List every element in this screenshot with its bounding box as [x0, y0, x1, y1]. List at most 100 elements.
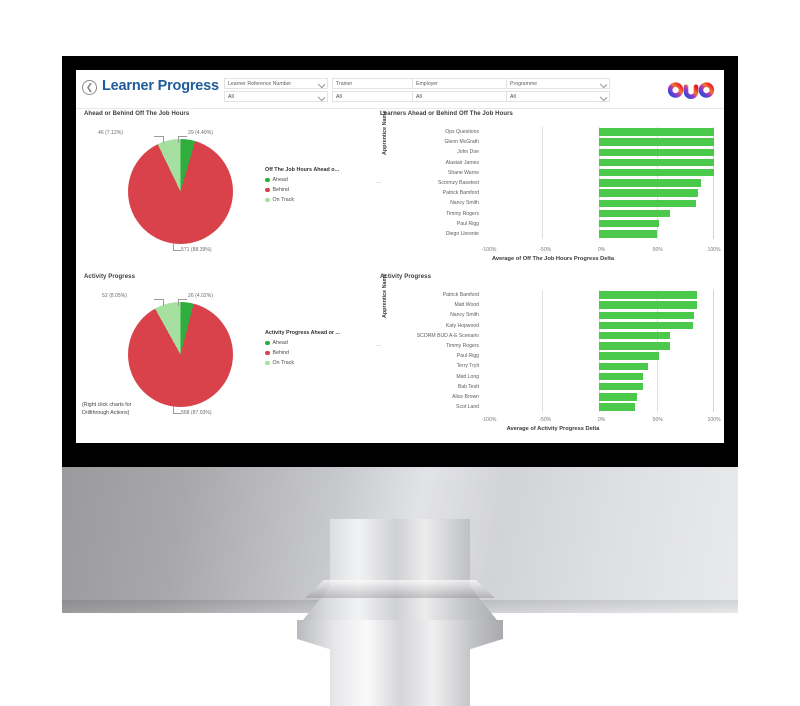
pie-leader-line	[178, 136, 187, 143]
bar[interactable]	[599, 158, 714, 167]
legend-label: Ahead	[272, 340, 288, 346]
bar[interactable]	[599, 219, 659, 228]
bar[interactable]	[599, 311, 695, 320]
bar-row[interactable]: Ops Questions	[392, 127, 714, 138]
bar[interactable]	[599, 209, 671, 218]
pie-label-on-track: 52 (8.05%)	[102, 293, 127, 299]
bar-row[interactable]: Diego Llorente	[392, 228, 714, 240]
bar[interactable]	[599, 138, 714, 146]
visual-learners-ahead-behind-bar[interactable]: Learners Ahead or Behind Off The Job Hou…	[376, 111, 721, 271]
bar-track	[484, 361, 714, 372]
filter-value[interactable]: All	[412, 91, 516, 102]
bar-category-label: Timmy Rogers	[446, 210, 479, 217]
bar-row[interactable]: Timmy Rogers	[392, 340, 714, 352]
bar[interactable]	[599, 321, 694, 330]
bar-row[interactable]: Shane Warne	[392, 167, 714, 178]
visual-off-the-job-hours-pie[interactable]: Ahead or Behind Off The Job Hours 46 (7.…	[80, 111, 374, 271]
bar[interactable]	[599, 169, 714, 177]
bar-row[interactable]: Scormzy Basetest	[392, 177, 714, 189]
bar-category-label: Patrick Bamford	[442, 292, 479, 299]
bar-category-label: Ops Questions	[445, 129, 479, 136]
plot-right-border	[713, 340, 714, 352]
plot-right-border	[713, 361, 714, 372]
bar-row[interactable]: SCORM BUD A-E Scenario	[392, 330, 714, 341]
bar-category-label: Diego Llorente	[445, 230, 479, 237]
filter-value[interactable]: All	[506, 91, 610, 102]
bar-row[interactable]: Terry Tryit	[392, 361, 714, 372]
visual-activity-progress-pie[interactable]: Activity Progress 52 (8.05%) 26 (4.02%) …	[80, 274, 374, 441]
pie-label-ahead: 26 (4.02%)	[188, 293, 213, 299]
bar[interactable]	[599, 352, 659, 360]
bar-row[interactable]: Alastair James	[392, 157, 714, 168]
bar-row[interactable]: Katy Hopwood	[392, 320, 714, 331]
legend-color-swatch	[265, 360, 270, 366]
pie-chart-area: 46 (7.12%) 29 (4.49%) 571 (88.39%) Off T…	[80, 117, 374, 267]
plot-right-border	[713, 310, 714, 321]
bar[interactable]	[599, 342, 671, 350]
gridline	[541, 290, 543, 301]
legend-item-on-track[interactable]: On Track	[265, 360, 373, 366]
gridline	[656, 228, 658, 240]
gridline	[541, 228, 543, 240]
visual-activity-progress-bar[interactable]: Activity Progress Apprentice Name … Patr…	[376, 274, 721, 441]
bar[interactable]	[599, 393, 637, 401]
bar[interactable]	[599, 403, 635, 411]
pie-leader-line	[173, 243, 181, 251]
bar-row[interactable]: Paul Rigg	[392, 351, 714, 362]
plot-right-border	[713, 381, 714, 392]
x-axis-tick: 0%	[597, 417, 606, 423]
legend-item-ahead[interactable]: Ahead	[265, 177, 373, 183]
filter-value[interactable]: All	[224, 91, 328, 102]
plot-right-border	[713, 371, 714, 382]
page-title: Learner Progress	[102, 78, 219, 94]
legend-item-behind[interactable]: Behind	[265, 350, 373, 356]
bar[interactable]	[599, 179, 702, 187]
bar-row[interactable]: Alice Brown	[392, 391, 714, 403]
pie-chart[interactable]	[128, 302, 233, 407]
x-axis-tick: -50%	[539, 247, 552, 253]
bar-row[interactable]: Patrick Bamford	[392, 290, 714, 301]
bar-row[interactable]: Paul Rigg	[392, 218, 714, 229]
bar[interactable]	[599, 230, 657, 238]
bar-row[interactable]: Scot Land	[392, 402, 714, 413]
bar[interactable]	[599, 291, 697, 299]
gridline	[541, 330, 543, 341]
bar-category-label: Katy Hopwood	[445, 322, 479, 329]
bar[interactable]	[599, 362, 649, 370]
gridline	[656, 391, 658, 403]
bar-row[interactable]: Nancy Smith	[392, 310, 714, 321]
bar-row[interactable]: Matt Long	[392, 371, 714, 382]
bar[interactable]	[599, 128, 714, 136]
bar-row[interactable]: Glenn McGrath	[392, 137, 714, 148]
legend-item-on-track[interactable]: On Track	[265, 197, 373, 203]
legend-item-ahead[interactable]: Ahead	[265, 340, 373, 346]
x-axis-tick: -50%	[539, 417, 552, 423]
bar-rows: Ops Questions Glenn McGrath John Doe Alasta…	[392, 127, 714, 240]
legend-label: Behind	[272, 187, 290, 193]
bar[interactable]	[599, 301, 697, 309]
bar[interactable]	[599, 372, 643, 381]
bar-category-label: Paul Rigg	[456, 220, 479, 227]
bar-track	[484, 290, 714, 301]
pie-chart[interactable]	[128, 139, 233, 244]
bar-row[interactable]: Nancy Smith	[392, 198, 714, 209]
bar[interactable]	[599, 189, 698, 197]
bar[interactable]	[599, 199, 696, 207]
bar-row[interactable]: Bab Testt	[392, 381, 714, 392]
plot-right-border	[713, 330, 714, 341]
bar-chart-area: Apprentice Name … Patrick Bamford Matt Wo…	[376, 274, 721, 432]
bar-row[interactable]: Matt Wood	[392, 300, 714, 311]
legend-label: Behind	[272, 350, 290, 356]
bar[interactable]	[599, 382, 643, 391]
bar[interactable]	[599, 148, 714, 157]
filter-learner-reference-number[interactable]: Learner Reference Number All	[224, 78, 328, 102]
back-arrow-circle-icon[interactable]: ❮	[82, 80, 97, 95]
bar-track	[484, 340, 714, 352]
bar-row[interactable]: John Doe	[392, 147, 714, 158]
filter-programme[interactable]: Programme All	[506, 78, 610, 102]
bar-row[interactable]: Timmy Rogers	[392, 208, 714, 219]
legend-item-behind[interactable]: Behind	[265, 187, 373, 193]
bar[interactable]	[599, 332, 671, 340]
filter-employer[interactable]: Employer All	[412, 78, 516, 102]
bar-row[interactable]: Patrick Bamford	[392, 188, 714, 199]
